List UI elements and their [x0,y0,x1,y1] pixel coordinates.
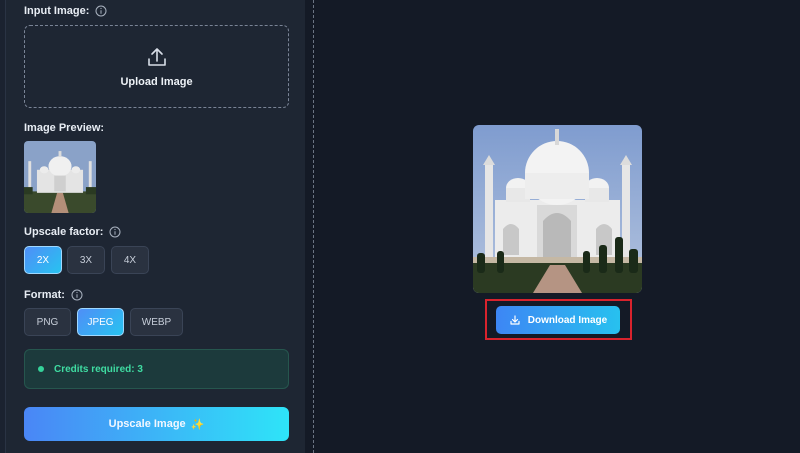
upload-dropzone[interactable]: Upload Image [24,25,289,108]
upscale-image-button-label: Upscale Image [108,418,186,430]
info-icon[interactable] [109,226,121,238]
panel-divider [313,0,314,453]
upload-icon [147,47,166,66]
info-icon[interactable] [71,289,83,301]
upscale-image-button[interactable]: Upscale Image ✨ [24,407,289,441]
upscale-3x-button[interactable]: 3X [67,246,105,274]
info-icon[interactable] [95,5,107,17]
upscale-4x-button[interactable]: 4X [111,246,149,274]
credits-status-dot [38,366,44,372]
credits-info-box: Credits required: 3 [24,349,289,389]
download-image-button-label: Download Image [527,314,608,326]
input-image-label-text: Input Image: [24,5,90,17]
upscale-2x-button[interactable]: 2X [24,246,62,274]
sparkles-icon: ✨ [190,418,205,431]
upscaled-result-image [473,125,642,293]
format-label: Format: [24,289,83,301]
input-image-label: Input Image: [24,5,107,17]
format-png-button[interactable]: PNG [24,308,71,336]
upscale-factor-label: Upscale factor: [24,226,121,238]
download-image-button[interactable]: Download Image [496,306,620,334]
format-label-text: Format: [24,289,65,301]
image-preview-thumbnail [24,141,96,213]
format-webp-button[interactable]: WEBP [130,308,183,336]
image-preview-label-text: Image Preview: [24,122,105,134]
upscale-factor-label-text: Upscale factor: [24,226,104,238]
taj-mahal-thumbnail [24,141,96,213]
image-preview-label: Image Preview: [24,122,104,134]
download-icon [510,315,520,325]
upload-label: Upload Image [120,75,193,88]
taj-mahal-image [473,125,642,293]
format-jpeg-button[interactable]: JPEG [77,308,124,336]
credits-text: Credits required: 3 [54,363,143,375]
